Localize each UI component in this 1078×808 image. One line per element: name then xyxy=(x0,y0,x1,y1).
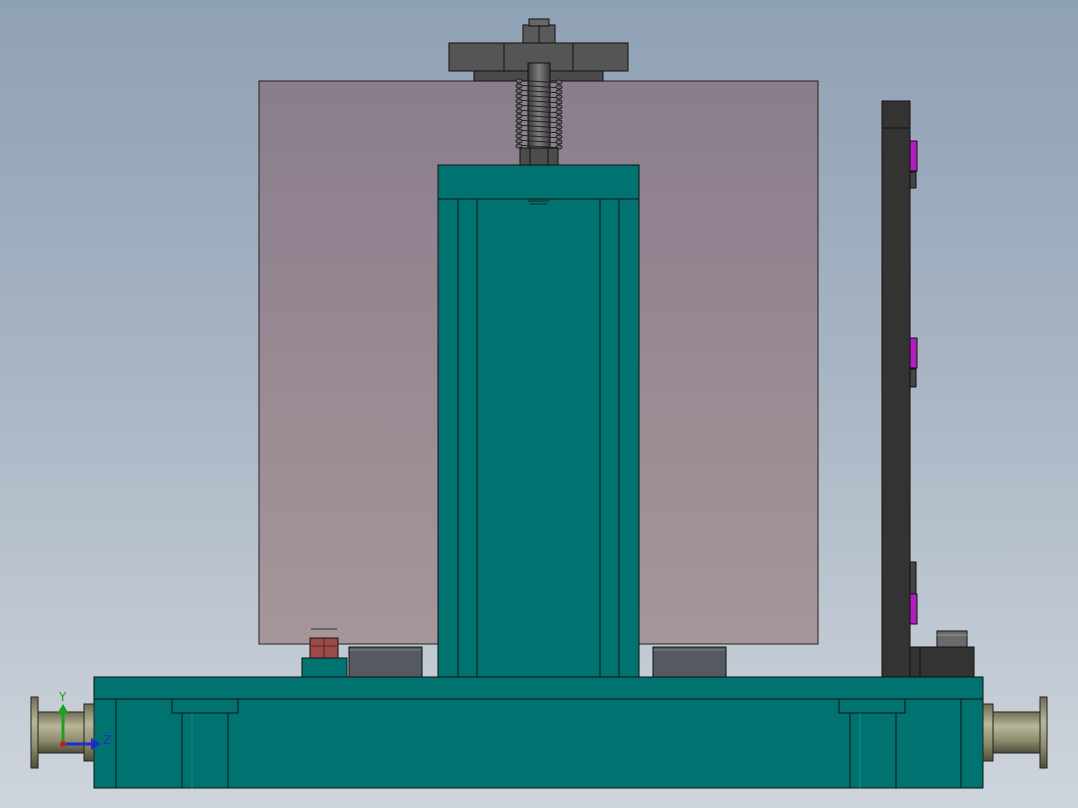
magenta-clip-top xyxy=(909,140,918,172)
spring-coil-end xyxy=(515,78,523,84)
spring-coil-end xyxy=(555,114,563,120)
base-plate xyxy=(93,676,984,789)
spring-coil-end xyxy=(515,138,523,144)
magenta-clip-middle xyxy=(909,337,918,369)
central-column xyxy=(437,164,640,678)
spring-coil-end xyxy=(515,98,523,104)
spring-coil-end xyxy=(555,129,563,135)
spring-coil-end xyxy=(555,79,563,85)
cad-viewport[interactable]: Y Z xyxy=(0,0,1078,808)
spring-coil-end xyxy=(555,84,563,90)
spring-coil-end xyxy=(555,99,563,105)
spring-coil-end xyxy=(515,93,523,99)
spring-coil-end xyxy=(515,143,523,149)
spring-coil-end xyxy=(555,104,563,110)
spring-coil-end xyxy=(555,139,563,145)
z-axis-label: Z xyxy=(103,733,111,747)
spring-coil-end xyxy=(515,128,523,134)
spring-coil-end xyxy=(555,119,563,125)
spring-coil-end xyxy=(555,124,563,130)
magenta-clip-bottom xyxy=(909,593,918,625)
right-fitting xyxy=(982,696,1048,769)
spring-coil-end xyxy=(515,123,523,129)
spring-coil-end xyxy=(515,83,523,89)
spring-coil-end xyxy=(555,134,563,140)
spring-coil-end xyxy=(555,89,563,95)
spring-coil-end xyxy=(515,118,523,124)
spring-coil-end xyxy=(515,133,523,139)
spring-coil-end xyxy=(515,108,523,114)
spring-coil-end xyxy=(515,103,523,109)
right-rail xyxy=(881,100,975,678)
y-axis-label: Y xyxy=(58,690,67,704)
assembly-drawing: Y Z xyxy=(30,18,1048,789)
spring-coil-end xyxy=(555,94,563,100)
spring-coil-end xyxy=(555,109,563,115)
spring-coil-end xyxy=(515,113,523,119)
spring-coil-end xyxy=(515,88,523,94)
